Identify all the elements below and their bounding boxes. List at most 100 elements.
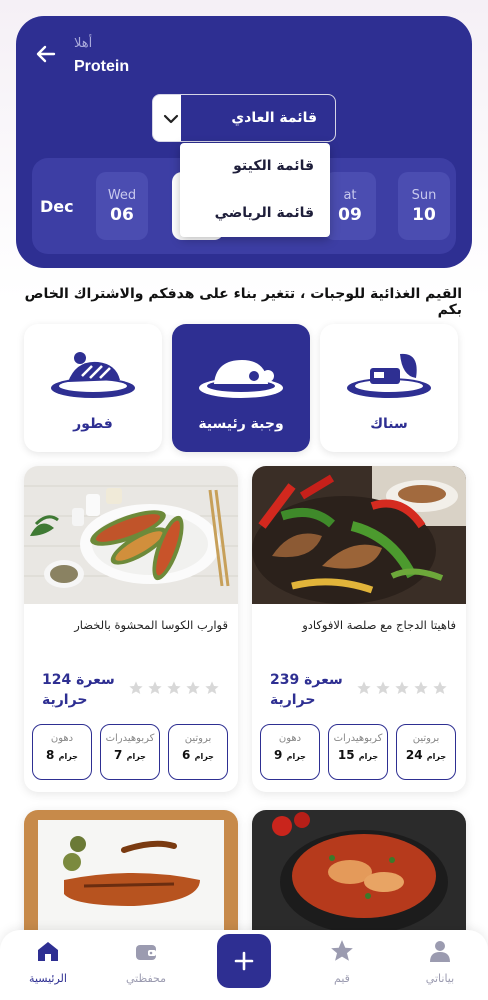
macro-value: 9 جرام <box>261 748 319 762</box>
rating-stars[interactable] <box>356 680 448 696</box>
star-icon <box>331 940 353 961</box>
category-snack[interactable]: سناك <box>320 324 458 452</box>
star-icon[interactable] <box>356 680 372 696</box>
breakfast-plate-icon <box>51 352 135 398</box>
day-sun[interactable]: Sun 10 <box>398 172 450 240</box>
macro-unit: جرام <box>426 752 447 761</box>
plan-option-keto[interactable]: قائمة الكيتو <box>180 143 330 190</box>
day-name: at <box>343 188 357 203</box>
macro-label: دهون <box>50 733 74 744</box>
chevron-down-icon <box>163 114 179 124</box>
add-button[interactable] <box>217 934 271 988</box>
meal-card[interactable]: قوارب الكوسا المحشوة بالخضار 124 سعرة حر… <box>24 466 238 792</box>
macro-label: كربوهيدرات <box>105 733 155 744</box>
day-sat[interactable]: at 09 <box>324 172 376 240</box>
macro-fat: دهون 8 جرام <box>32 724 92 780</box>
macro-protein: بروتين 24 جرام <box>396 724 456 780</box>
star-icon[interactable] <box>166 680 182 696</box>
calories-unit: حرارية <box>42 692 88 708</box>
meal-card[interactable] <box>252 810 466 950</box>
star-icon[interactable] <box>375 680 391 696</box>
nav-label: الرئيسية <box>29 972 67 985</box>
macro-value: 24 جرام <box>397 748 455 762</box>
nav-wallet[interactable]: محفظتي <box>106 938 186 985</box>
macro-carbs: كربوهيدرات 7 جرام <box>100 724 160 780</box>
nutrition-note: القيم الغذائية للوجبات ، تتغير بناء على … <box>24 286 462 318</box>
calories-unit: حرارية <box>270 692 316 708</box>
macro-carbs: كربوهيدرات 15 جرام <box>328 724 388 780</box>
meal-calories: 124 سعرة حرارية <box>42 670 122 710</box>
meal-photo-stew <box>252 810 466 948</box>
page-title: Protein <box>74 58 130 75</box>
rating-stars[interactable] <box>128 680 220 696</box>
nav-label: قيم <box>334 972 350 985</box>
category-main-meal[interactable]: وجبة رئيسية <box>172 324 310 452</box>
plus-icon <box>234 951 254 971</box>
category-breakfast[interactable]: فطور <box>24 324 162 452</box>
category-label: وجبة رئيسية <box>198 416 284 432</box>
day-number: 06 <box>110 205 134 225</box>
macro-unit: جرام <box>194 752 214 761</box>
macro-number: 6 <box>182 748 191 762</box>
star-icon[interactable] <box>204 680 220 696</box>
star-icon[interactable] <box>413 680 429 696</box>
macro-number: 8 <box>46 748 55 762</box>
star-icon[interactable] <box>147 680 163 696</box>
wallet-icon <box>136 945 156 960</box>
macro-label: بروتين <box>184 733 212 744</box>
meal-name: قوارب الكوسا المحشوة بالخضار <box>74 618 228 632</box>
macro-value: 15 جرام <box>329 748 387 762</box>
home-icon <box>38 942 58 961</box>
meal-photo-salmon <box>24 810 238 948</box>
day-name: Wed <box>107 188 137 203</box>
macro-unit: جرام <box>286 752 306 761</box>
macro-value: 6 جرام <box>169 748 227 762</box>
star-icon[interactable] <box>185 680 201 696</box>
plan-select[interactable]: قائمة العادي <box>152 94 336 142</box>
nav-home[interactable]: الرئيسية <box>8 938 88 985</box>
meal-calories: 239 سعرة حرارية <box>270 670 350 710</box>
day-wed[interactable]: Wed 06 <box>96 172 148 240</box>
category-label: سناك <box>370 416 408 432</box>
macro-label: دهون <box>278 733 302 744</box>
nav-profile[interactable]: بياناتي <box>400 938 480 985</box>
macro-fat: دهون 9 جرام <box>260 724 320 780</box>
meal-name: فاهيتا الدجاج مع صلصة الافوكادو <box>302 618 456 632</box>
nav-label: بياناتي <box>425 972 455 985</box>
macro-value: 8 جرام <box>33 748 91 762</box>
macro-unit: جرام <box>358 752 379 761</box>
meal-card[interactable] <box>24 810 238 950</box>
macro-number: 24 <box>405 748 423 762</box>
month-label: Dec <box>40 197 74 216</box>
macro-protein: بروتين 6 جرام <box>168 724 228 780</box>
macro-number: 9 <box>274 748 283 762</box>
meal-card[interactable]: فاهيتا الدجاج مع صلصة الافوكادو 239 سعرة… <box>252 466 466 792</box>
star-icon[interactable] <box>432 680 448 696</box>
category-label: فطور <box>73 416 113 432</box>
calories-value: 239 سعرة <box>270 672 343 688</box>
user-icon <box>430 941 450 962</box>
meal-photo-chicken-fajita <box>252 466 466 604</box>
day-number: 09 <box>338 205 362 225</box>
plan-select-value: قائمة العادي <box>181 95 335 141</box>
macro-label: بروتين <box>412 733 440 744</box>
macro-value: 7 جرام <box>101 748 159 762</box>
macro-unit: جرام <box>126 752 146 761</box>
greeting-text: أهلا <box>74 36 93 51</box>
nav-label: محفظتي <box>125 972 167 985</box>
plan-dropdown-menu: قائمة الكيتو قائمة الرياضي <box>180 143 330 237</box>
roast-chicken-icon <box>199 360 283 398</box>
macro-number: 7 <box>114 748 123 762</box>
macro-number: 15 <box>337 748 355 762</box>
macro-label: كربوهيدرات <box>333 733 383 744</box>
star-icon[interactable] <box>128 680 144 696</box>
day-name: Sun <box>411 188 437 203</box>
calories-value: 124 سعرة <box>42 672 115 688</box>
snack-plate-icon <box>347 353 431 398</box>
nav-ratings[interactable]: قيم <box>302 938 382 985</box>
day-number: 10 <box>412 205 436 225</box>
macro-unit: جرام <box>58 752 78 761</box>
back-arrow-icon[interactable] <box>34 42 58 66</box>
plan-option-sport[interactable]: قائمة الرياضي <box>180 190 330 237</box>
star-icon[interactable] <box>394 680 410 696</box>
